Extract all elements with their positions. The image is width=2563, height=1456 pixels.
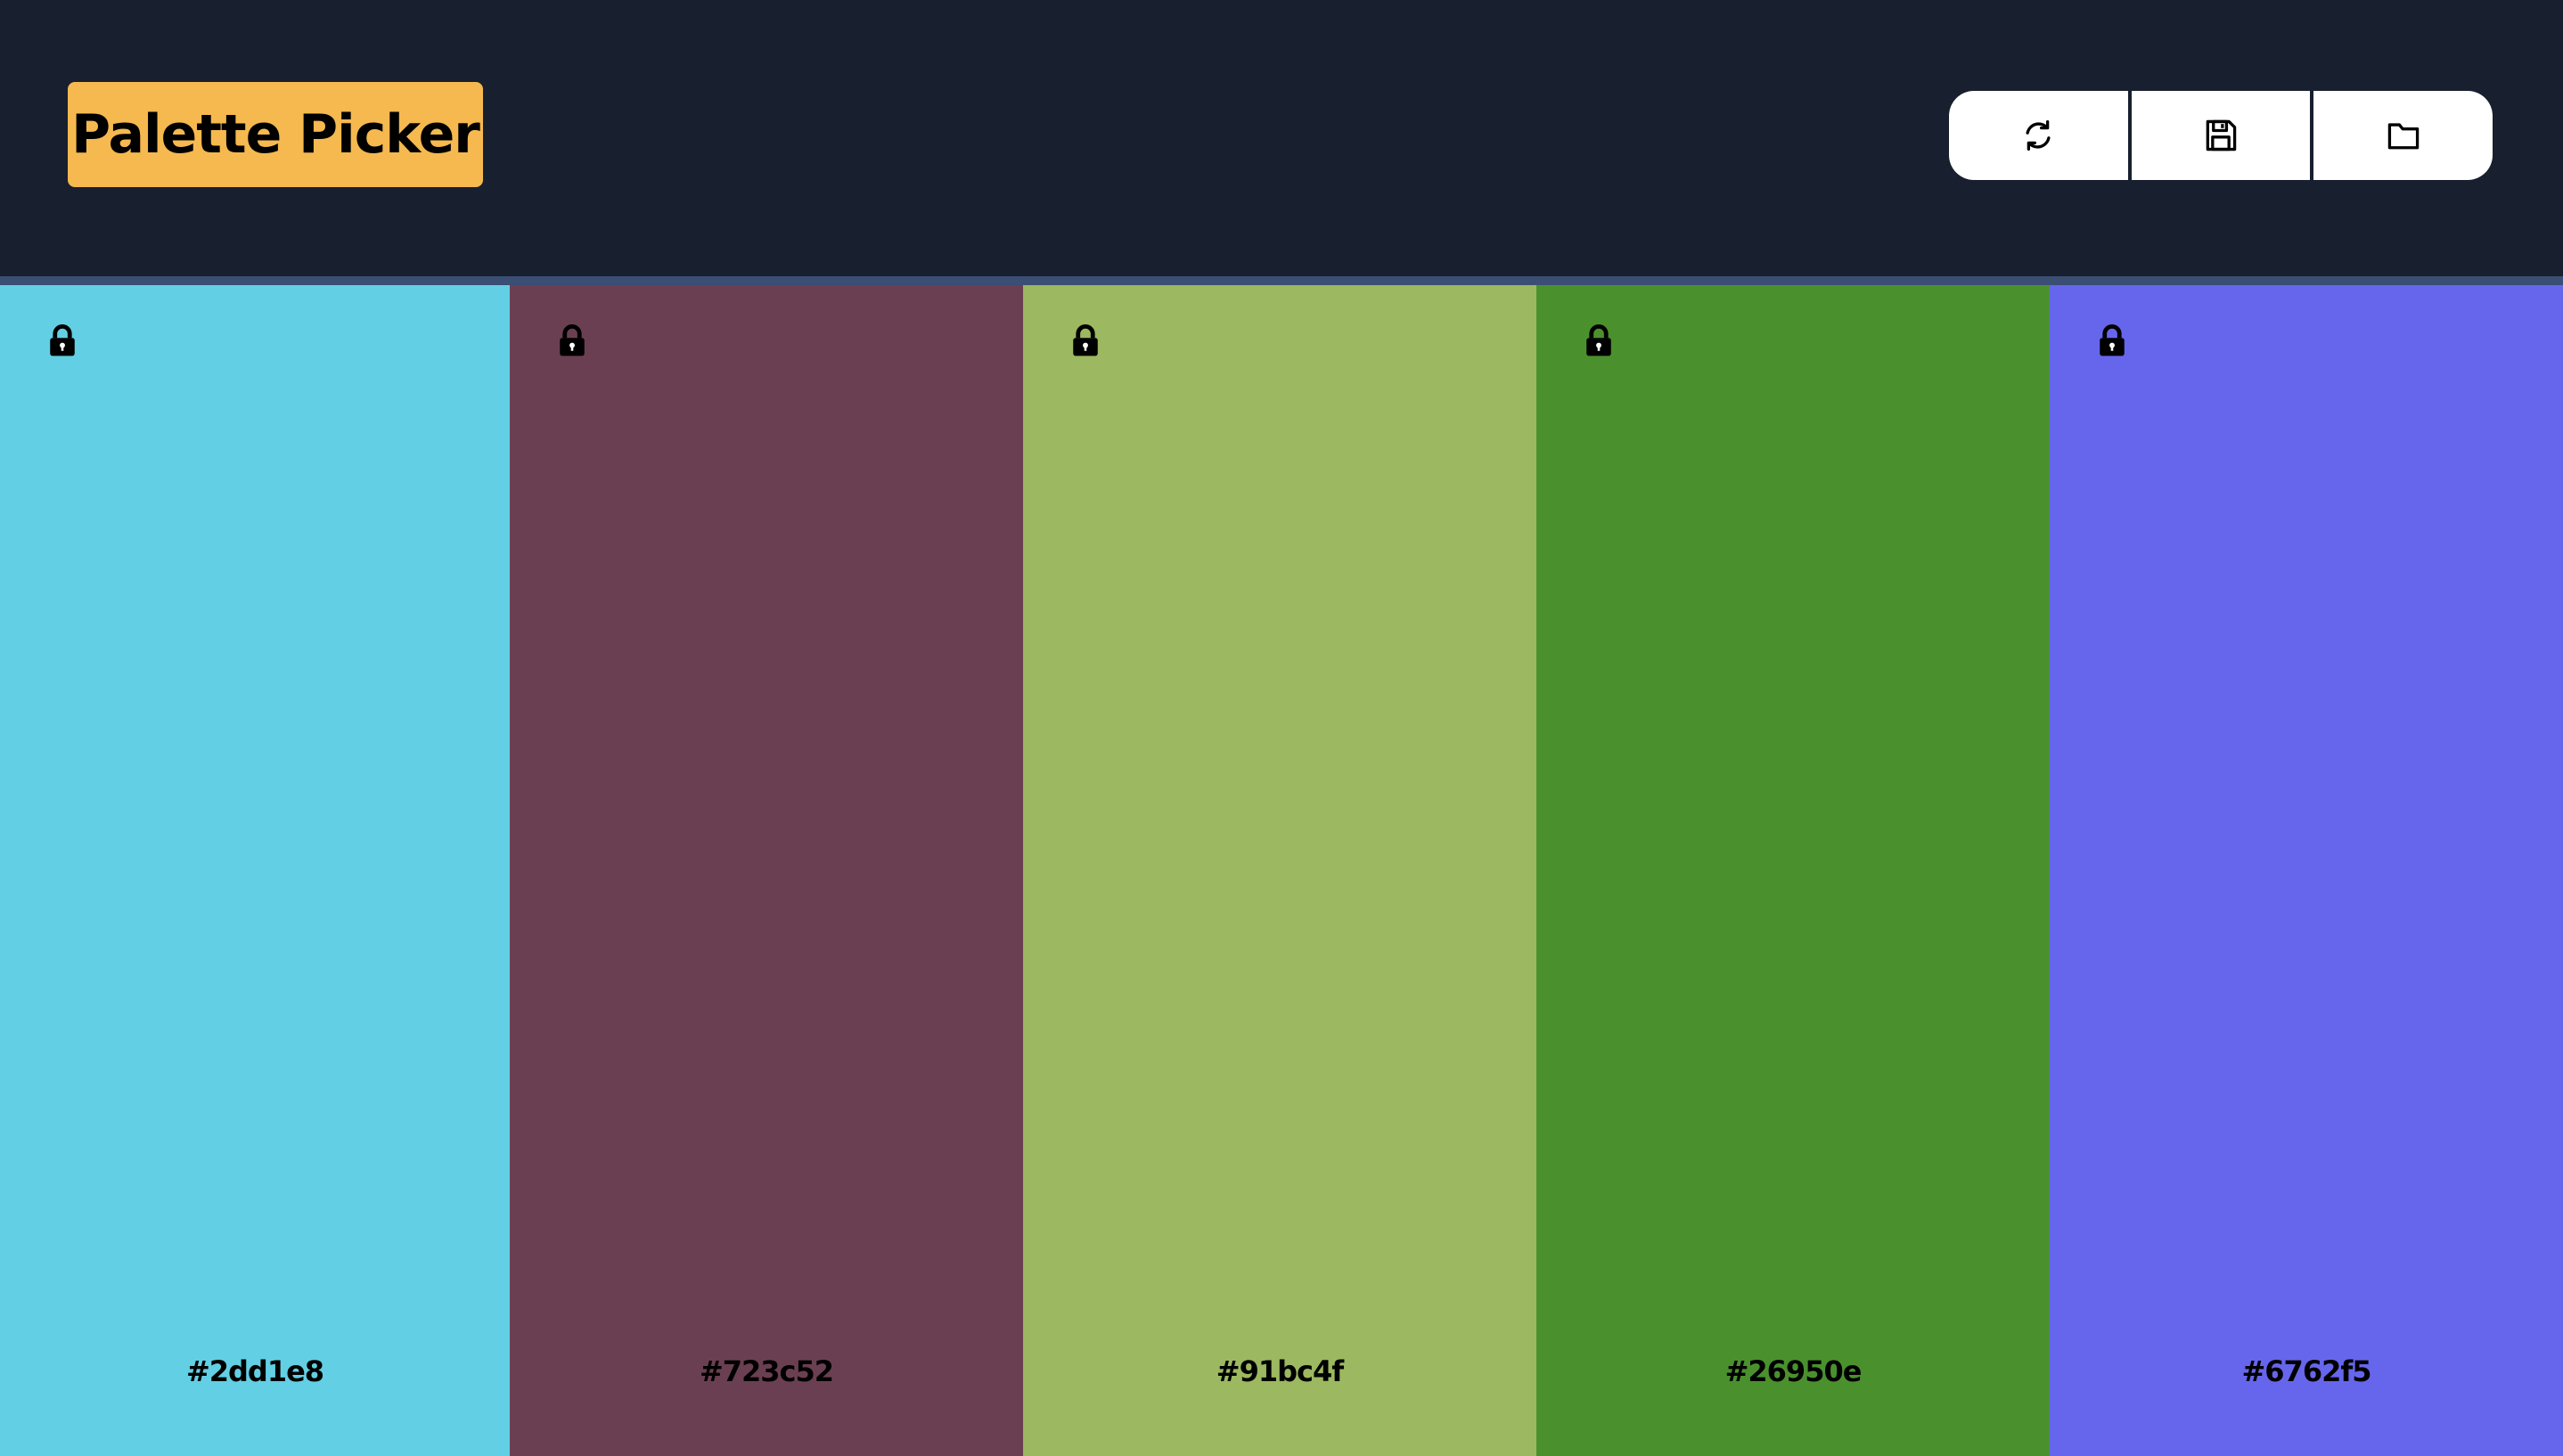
floppy-disk-icon [2206, 119, 2237, 151]
color-swatch[interactable]: #6762f5 [2050, 285, 2563, 1456]
refresh-button[interactable] [1949, 91, 2128, 180]
hex-code-label[interactable]: #2dd1e8 [0, 1354, 510, 1388]
app-header: Palette Picker [0, 0, 2563, 276]
color-swatch[interactable]: #26950e [1536, 285, 2050, 1456]
color-swatch[interactable]: #91bc4f [1023, 285, 1536, 1456]
save-button[interactable] [2127, 91, 2311, 180]
lock-icon[interactable] [43, 321, 82, 360]
app-title: Palette Picker [71, 103, 480, 166]
refresh-icon [2026, 119, 2051, 151]
color-swatch[interactable]: #2dd1e8 [0, 285, 510, 1456]
hex-code-label[interactable]: #6762f5 [2050, 1354, 2563, 1388]
palette: #2dd1e8 #723c52 #91bc4f #26950e #6762f5 [0, 285, 2563, 1456]
hex-code-label[interactable]: #723c52 [510, 1354, 1023, 1388]
hex-code-label[interactable]: #26950e [1536, 1354, 2050, 1388]
hex-code-label[interactable]: #91bc4f [1023, 1354, 1536, 1388]
header-divider [0, 276, 2563, 285]
folder-icon [2387, 123, 2419, 150]
lock-icon[interactable] [2092, 321, 2132, 360]
lock-icon[interactable] [1066, 321, 1105, 360]
app-logo: Palette Picker [68, 82, 483, 187]
lock-icon[interactable] [1579, 321, 1618, 360]
open-folder-button[interactable] [2310, 91, 2493, 180]
toolbar [1949, 91, 2493, 180]
color-swatch[interactable]: #723c52 [510, 285, 1023, 1456]
lock-icon[interactable] [553, 321, 592, 360]
